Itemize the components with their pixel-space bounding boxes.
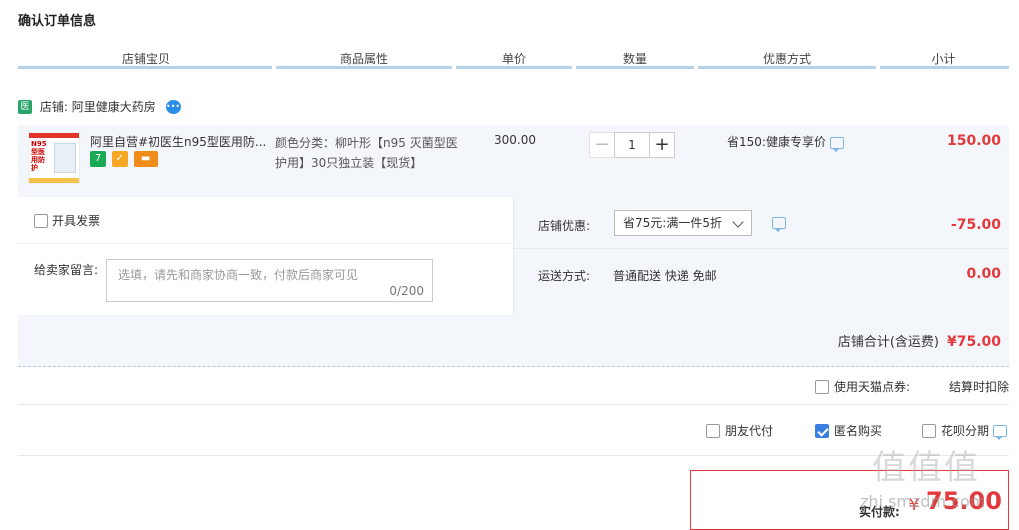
thumb-stripe-bottom bbox=[29, 178, 79, 183]
huabei-option[interactable]: 花呗分期 bbox=[922, 422, 1008, 440]
unit-price: 300.00 bbox=[494, 133, 536, 147]
divider bbox=[18, 455, 1009, 456]
chevron-down-icon bbox=[732, 216, 744, 228]
message-icon[interactable] bbox=[829, 136, 844, 152]
anonymous-label: 匿名购买 bbox=[834, 424, 883, 438]
service-icons: 7 ✓ ▬ bbox=[90, 151, 160, 167]
divider bbox=[18, 404, 1009, 405]
shop-discount-label: 店铺优惠: bbox=[538, 219, 591, 233]
shop-total-label: 店铺合计(含运费) bbox=[837, 335, 939, 350]
tmall-points-label: 使用天猫点券: bbox=[834, 380, 911, 394]
friend-pay-checkbox[interactable] bbox=[706, 423, 720, 438]
header-underline bbox=[576, 66, 694, 69]
col-shop-item: 店铺宝贝 bbox=[121, 52, 170, 66]
product-attributes: 颜色分类：柳叶形【n95 灭菌型医护用】30只独立装【现货】 bbox=[275, 136, 458, 170]
tmall-points-status: 结算时扣除 bbox=[948, 380, 1009, 394]
tmall-points-option[interactable]: 使用天猫点券: bbox=[815, 378, 910, 395]
memo-placeholder: 选填，请先和商家协商一致，付款后商家可见 bbox=[118, 268, 359, 282]
shipping-fee: 0.00 bbox=[966, 266, 1001, 282]
shipping-method: 普通配送 快递 免邮 bbox=[613, 269, 717, 283]
product-title-link[interactable]: 阿里自营#初医生n95型医用防... bbox=[90, 133, 270, 150]
huabei-checkbox[interactable] bbox=[922, 423, 936, 438]
shop-name-link[interactable]: 阿里健康大药房 bbox=[72, 100, 156, 114]
col-promotion: 优惠方式 bbox=[762, 52, 811, 66]
shipping-label: 运送方式: bbox=[538, 269, 591, 283]
tmall-points-checkbox[interactable] bbox=[815, 379, 829, 394]
discount-selected: 省75元:满一件5折 bbox=[623, 216, 722, 230]
pharmacy-badge-icon: 医 bbox=[18, 99, 32, 114]
item-subtotal: 150.00 bbox=[946, 133, 1001, 149]
invoice-label: 开具发票 bbox=[52, 214, 101, 228]
shop-header: 医 店铺: 阿里健康大药房 ••• bbox=[18, 98, 181, 116]
anonymous-checkbox[interactable] bbox=[815, 423, 829, 438]
order-options: 开具发票 给卖家留言: 选填，请先和商家协商一致，付款后商家可见 0/200 店… bbox=[18, 197, 1009, 367]
shop-label: 店铺: bbox=[39, 100, 68, 114]
page-title: 确认订单信息 bbox=[18, 14, 97, 29]
thumb-text: N95型医用防护 bbox=[31, 140, 47, 172]
dashed-divider bbox=[18, 366, 1009, 367]
thumb-stripe bbox=[29, 133, 79, 138]
quantity-minus-button[interactable]: − bbox=[589, 132, 615, 158]
col-quantity: 数量 bbox=[622, 52, 647, 66]
watermark-url: zhi.smzdm.com bbox=[860, 492, 986, 511]
watermark-logo: 值值值 bbox=[872, 448, 980, 488]
message-icon[interactable] bbox=[993, 424, 1008, 440]
quantity-plus-button[interactable]: + bbox=[649, 132, 675, 158]
header-underline bbox=[880, 66, 1009, 69]
memo-label: 给卖家留言: bbox=[34, 263, 99, 277]
quantity-stepper: −1 + bbox=[589, 132, 675, 158]
message-icon[interactable] bbox=[772, 217, 786, 232]
quantity-input[interactable]: 1 bbox=[614, 132, 650, 158]
divider bbox=[514, 248, 1009, 249]
seller-message-input[interactable]: 选填，请先和商家协商一致，付款后商家可见 0/200 bbox=[106, 259, 433, 302]
column-header: 店铺宝贝 商品属性 单价 数量 优惠方式 小计 bbox=[18, 46, 1009, 69]
huabei-label: 花呗分期 bbox=[941, 424, 990, 438]
memo-char-count: 0/200 bbox=[389, 284, 424, 298]
seven-day-return-icon[interactable]: 7 bbox=[90, 151, 106, 167]
product-thumbnail[interactable]: N95型医用防护 bbox=[28, 132, 80, 184]
shop-discount-select[interactable]: 省75元:满一件5折 bbox=[614, 210, 752, 236]
thumb-box bbox=[54, 143, 76, 173]
order-item-row: N95型医用防护 阿里自营#初医生n95型医用防... 7 ✓ ▬ 颜色分类：柳… bbox=[18, 125, 1009, 198]
header-underline bbox=[18, 66, 272, 69]
col-price: 单价 bbox=[501, 52, 526, 66]
invoice-option[interactable]: 开具发票 bbox=[34, 212, 100, 229]
chat-icon[interactable]: ••• bbox=[165, 99, 181, 114]
guarantee-icon[interactable]: ✓ bbox=[111, 151, 128, 167]
discount-shipping-pane: 店铺优惠: 省75元:满一件5折 -75.00 运送方式: 普通配送 快递 免邮… bbox=[514, 197, 1009, 315]
divider bbox=[18, 243, 513, 244]
shop-total-value: ¥75.00 bbox=[946, 334, 1001, 350]
header-underline bbox=[698, 66, 876, 69]
promotion-info: 省150:健康专享价 bbox=[727, 133, 844, 152]
invoice-checkbox[interactable] bbox=[34, 213, 48, 228]
header-underline bbox=[276, 66, 452, 69]
friend-pay-option[interactable]: 朋友代付 bbox=[706, 422, 773, 439]
friend-pay-label: 朋友代付 bbox=[725, 424, 774, 438]
promotion-text: 省150:健康专享价 bbox=[727, 135, 826, 149]
header-underline bbox=[456, 66, 572, 69]
shop-total: 店铺合计(含运费) ¥75.00 bbox=[838, 331, 1001, 350]
credit-card-icon[interactable]: ▬ bbox=[133, 151, 158, 167]
anonymous-option[interactable]: 匿名购买 bbox=[815, 422, 882, 439]
col-subtotal: 小计 bbox=[931, 52, 956, 66]
col-attributes: 商品属性 bbox=[339, 52, 388, 66]
discount-value: -75.00 bbox=[950, 217, 1001, 233]
invoice-memo-pane: 开具发票 给卖家留言: 选填，请先和商家协商一致，付款后商家可见 0/200 bbox=[18, 197, 514, 315]
